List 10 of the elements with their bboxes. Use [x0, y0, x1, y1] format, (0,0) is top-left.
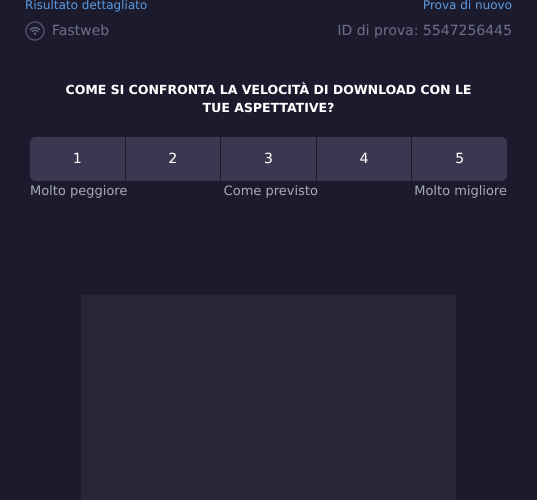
- scale-label: Come previsto: [224, 184, 318, 199]
- detailed-result-link[interactable]: Risultato dettagliato: [25, 0, 148, 12]
- rating-button[interactable]: 5: [411, 137, 507, 181]
- retry-link[interactable]: Prova di nuovo: [422, 0, 512, 12]
- question-heading: COME SI CONFRONTA LA VELOCITÀ DI DOWNLOAD CON LE TUE ASPETTATIVE?: [64, 81, 472, 117]
- test-id: ID di prova: 5547256445: [337, 23, 512, 39]
- wifi-icon: [25, 21, 45, 41]
- provider-name: Fastweb: [52, 23, 110, 39]
- scale-label: Molto peggiore: [30, 184, 128, 199]
- scale-label: Molto migliore: [414, 184, 507, 199]
